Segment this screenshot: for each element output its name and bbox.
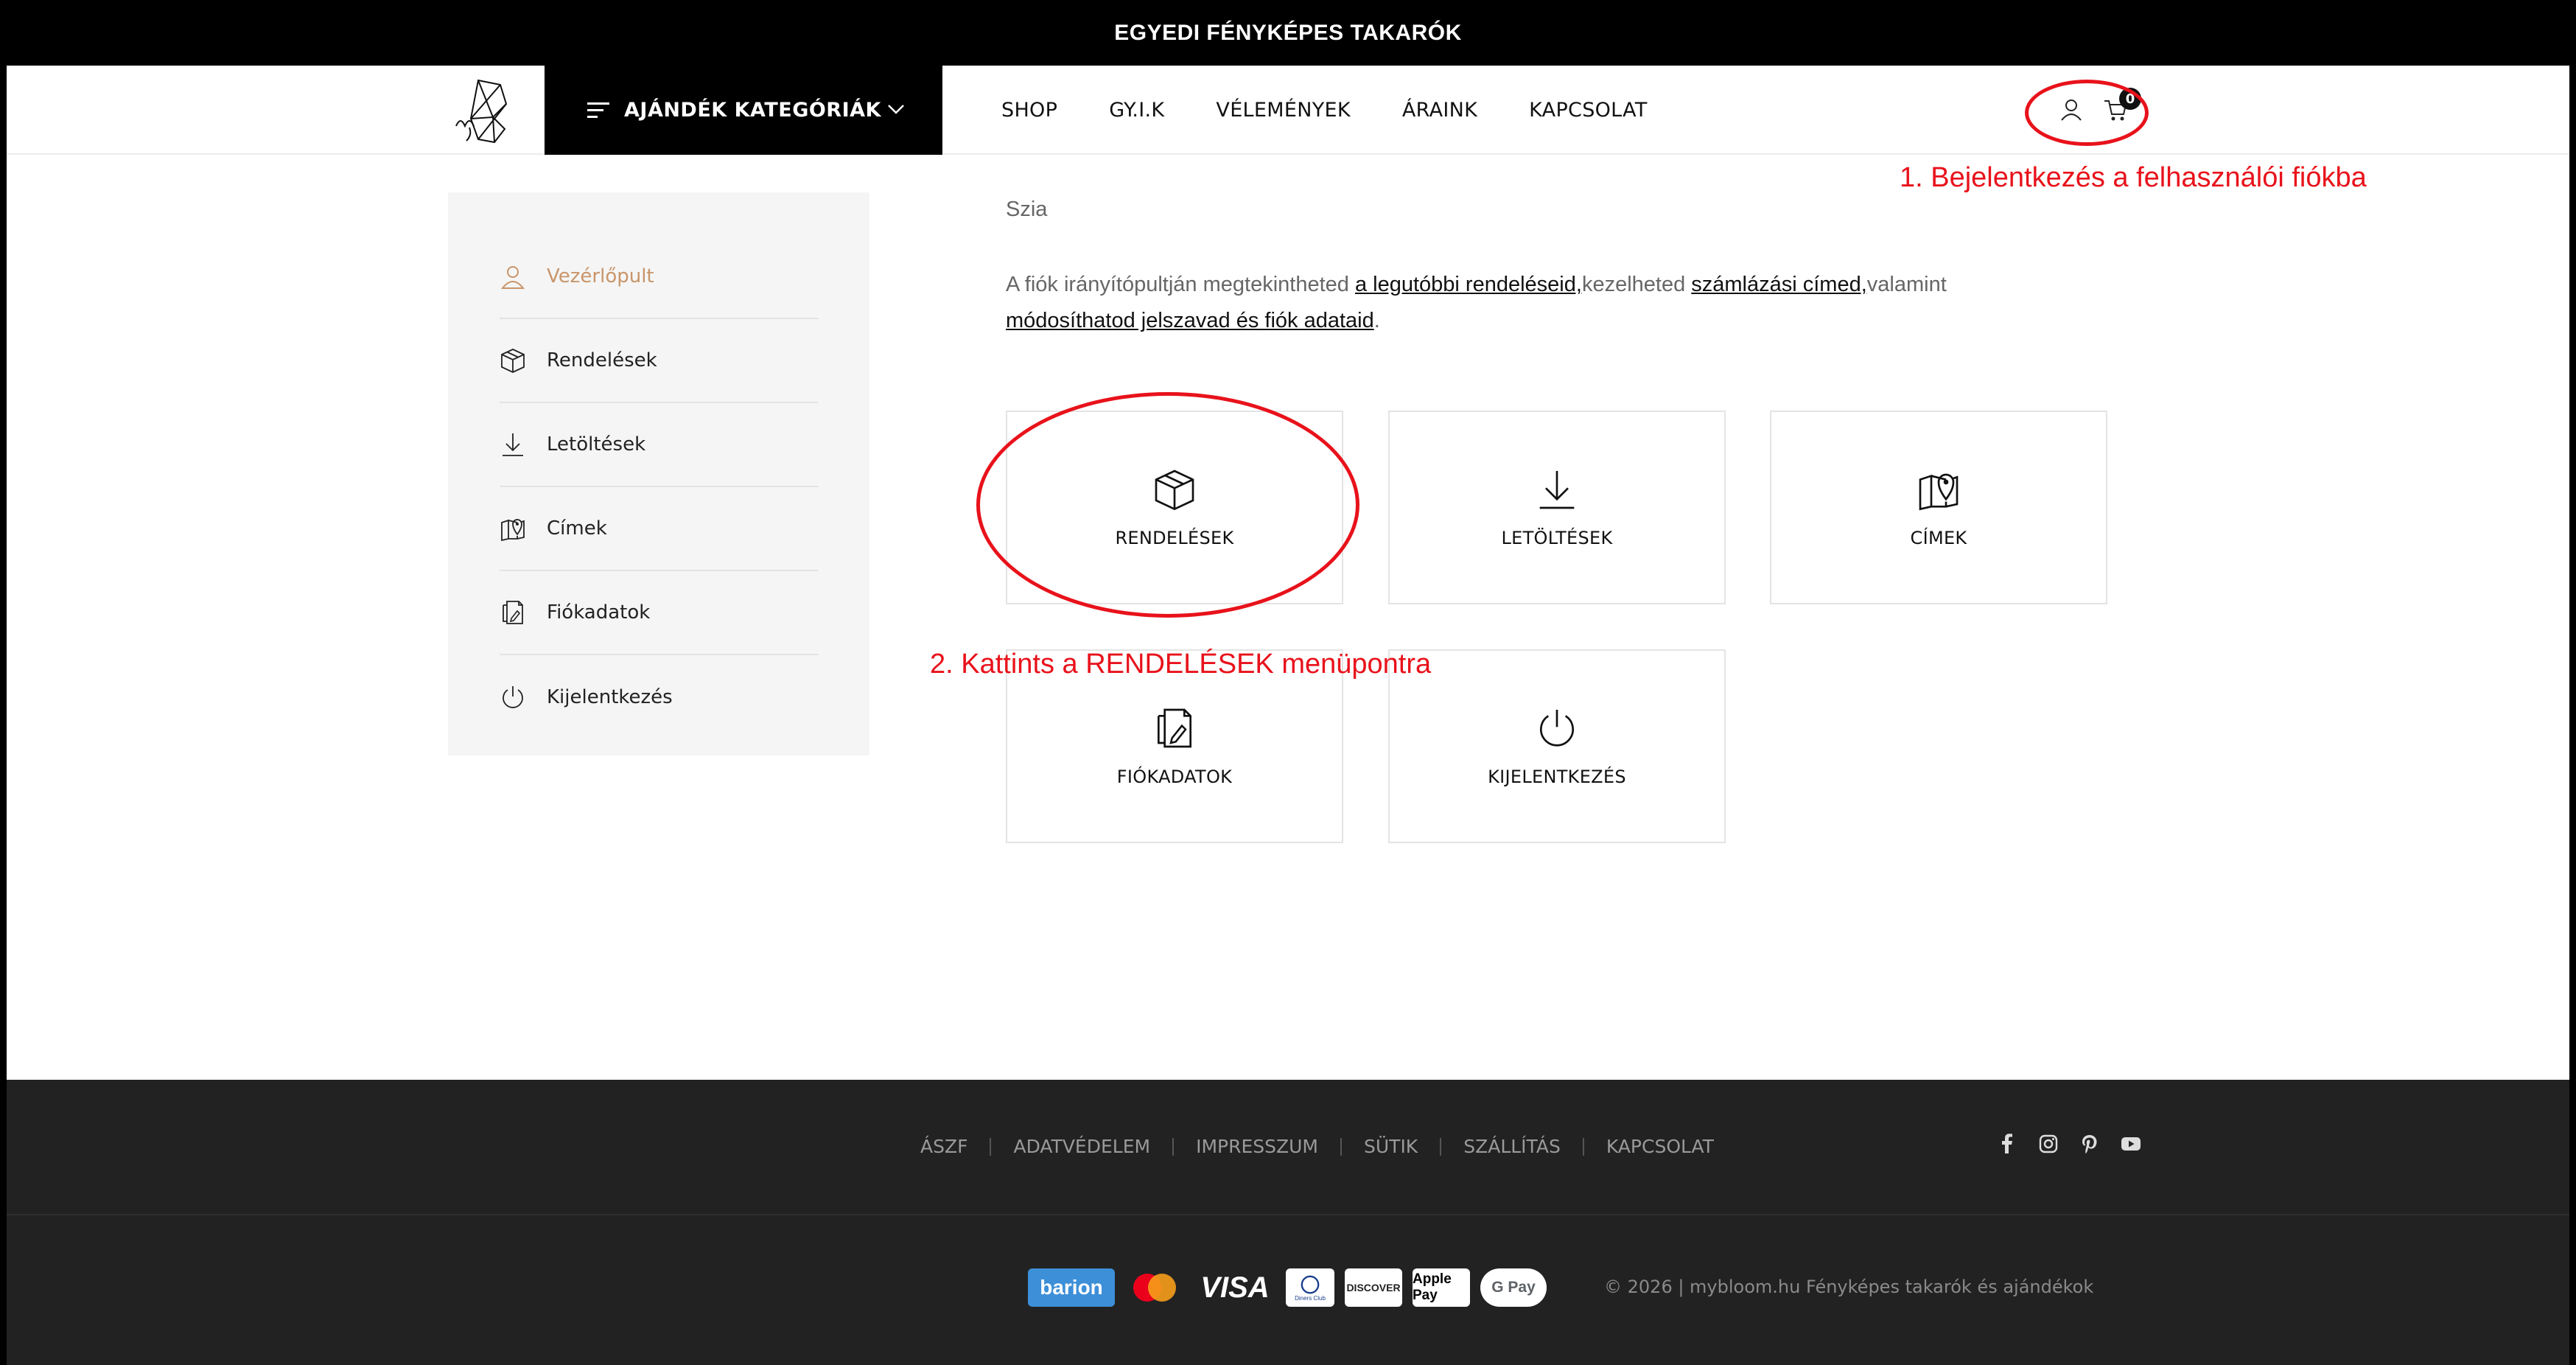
promo-topbar: EGYEDI FÉNYKÉPES TAKARÓK [7,0,2569,66]
discover-logo: DISCOVER [1345,1268,1402,1307]
box-icon [501,349,525,373]
annotation-oval-login [2025,80,2149,146]
instagram-icon[interactable] [2037,1133,2059,1155]
footer-link-terms[interactable]: ÁSZF [920,1136,967,1157]
menu-icon [587,102,609,118]
annotation-step1: 1. Bejelentkezés a felhasználói fiókba [1900,162,2367,193]
intro-text-1: A fiók irányítópultján megtekintheted [1006,273,1355,296]
visa-logo: VISA [1194,1268,1275,1307]
youtube-icon[interactable] [2120,1133,2142,1155]
site-header: AJÁNDÉK KATEGÓRIÁK SHOP GY.I.K VÉLEMÉNYE… [7,66,2569,155]
barion-logo: barion [1028,1268,1115,1307]
map-pin-icon [501,519,525,542]
card-downloads[interactable]: LETÖLTÉSEK [1388,411,1726,604]
footer-link-imprint[interactable]: IMPRESSZUM [1196,1136,1318,1157]
sidebar-item-orders[interactable]: Rendelések [500,319,818,403]
sidebar-item-logout[interactable]: Kijelentkezés [500,655,818,739]
document-icon [1158,708,1191,747]
frame-edge-left [0,0,7,1365]
main-nav: SHOP GY.I.K VÉLEMÉNYEK ÁRAINK KAPCSOLAT [1001,66,1699,155]
sidebar-item-label: Vezérlőpult [547,265,654,287]
diners-club-logo: Diners Club [1286,1268,1334,1307]
nav-item-faq[interactable]: GY.I.K [1109,99,1164,122]
visa-text: VISA [1200,1271,1270,1304]
footer-link-shipping[interactable]: SZÁLLÍTÁS [1463,1136,1561,1157]
annotation-oval-orders [976,392,1359,618]
barion-text: barion [1040,1276,1103,1299]
footer-divider-line [1582,1137,1584,1156]
payment-methods: barion VISA Diners Club DISCOVER Apple P… [1028,1268,1547,1307]
sidebar-item-addresses[interactable]: Címek [500,487,818,571]
intro-text-2: kezelheted [1581,273,1692,296]
footer-divider-line [1172,1137,1175,1156]
dashboard-intro: A fiók irányítópultján megtekintheted a … [1006,267,2059,339]
footer-divider-line [1440,1137,1442,1156]
sidebar-item-label: Címek [547,517,607,540]
google-pay-logo: G Pay [1480,1268,1547,1307]
card-label: FIÓKADATOK [1116,766,1233,787]
chevron-down-icon [888,105,904,114]
card-addresses[interactable]: CÍMEK [1770,411,2107,604]
account-sidebar: Vezérlőpult Rendelések Letöltések Címek … [448,192,869,755]
card-label: CÍMEK [1910,527,1967,548]
site-footer: ÁSZF ADATVÉDELEM IMPRESSZUM SÜTIK SZÁLLÍ… [7,1080,2569,1365]
categories-label: AJÁNDÉK KATEGÓRIÁK [624,99,881,122]
pinterest-icon[interactable] [2079,1133,2101,1155]
logo-mark-icon [455,79,508,144]
power-icon [1540,709,1574,747]
diners-circle [1301,1275,1320,1294]
diners-text: Diners Club [1295,1294,1326,1302]
google-pay-text: G Pay [1491,1279,1536,1296]
intro-text-4: . [1373,309,1380,332]
edit-account-link[interactable]: módosíthatod jelszavad és fiók adataid [1006,309,1374,332]
footer-divider [7,1214,2569,1215]
footer-divider-line [990,1137,992,1156]
nav-item-prices[interactable]: ÁRAINK [1402,99,1477,122]
categories-menu-button[interactable]: AJÁNDÉK KATEGÓRIÁK [545,66,942,155]
sidebar-item-label: Kijelentkezés [547,686,673,708]
topbar-text: EGYEDI FÉNYKÉPES TAKARÓK [1114,20,1462,45]
map-pin-icon [1919,473,1959,510]
mastercard-circles [1133,1274,1176,1302]
nav-item-contact[interactable]: KAPCSOLAT [1529,99,1647,122]
site-logo[interactable] [449,74,515,145]
sidebar-item-downloads[interactable]: Letöltések [500,403,818,487]
billing-address-link[interactable]: számlázási címed, [1691,273,1867,296]
nav-item-reviews[interactable]: VÉLEMÉNYEK [1216,99,1350,122]
social-links [1996,1133,2142,1155]
mastercard-logo [1125,1268,1184,1307]
footer-link-cookies[interactable]: SÜTIK [1364,1136,1418,1157]
download-icon [1539,470,1575,509]
power-icon [503,686,523,708]
greeting-text: Szia [1006,198,1048,221]
card-label: LETÖLTÉSEK [1501,527,1613,548]
apple-pay-text: Apple Pay [1413,1271,1452,1303]
download-icon [503,433,523,456]
intro-text-3: valamint [1866,273,1947,296]
card-logout[interactable]: KIJELENTKEZÉS [1388,649,1726,843]
document-icon [503,601,523,624]
user-icon [500,266,525,289]
apple-pay-logo: Apple Pay [1413,1268,1470,1307]
copyright-text: © 2026 | mybloom.hu Fényképes takarók és… [1604,1277,2094,1297]
frame-edge-right [2569,0,2576,1365]
footer-link-privacy[interactable]: ADATVÉDELEM [1013,1136,1150,1157]
card-label: KIJELENTKEZÉS [1488,766,1626,787]
sidebar-item-label: Letöltések [547,433,646,455]
footer-divider-line [1340,1137,1342,1156]
footer-link-contact[interactable]: KAPCSOLAT [1606,1136,1714,1157]
sidebar-item-dashboard[interactable]: Vezérlőpult [500,235,818,319]
sidebar-item-label: Rendelések [547,349,657,371]
sidebar-item-label: Fiókadatok [547,601,651,624]
recent-orders-link[interactable]: a legutóbbi rendeléseid, [1355,273,1582,296]
discover-text: DISCOVER [1346,1282,1401,1294]
facebook-icon[interactable] [1996,1133,2018,1155]
sidebar-item-account-details[interactable]: Fiókadatok [500,571,818,655]
annotation-step2: 2. Kattints a RENDELÉSEK menüpontra [930,649,1432,680]
footer-links: ÁSZF ADATVÉDELEM IMPRESSZUM SÜTIK SZÁLLÍ… [920,1136,1714,1157]
nav-item-shop[interactable]: SHOP [1001,99,1057,122]
